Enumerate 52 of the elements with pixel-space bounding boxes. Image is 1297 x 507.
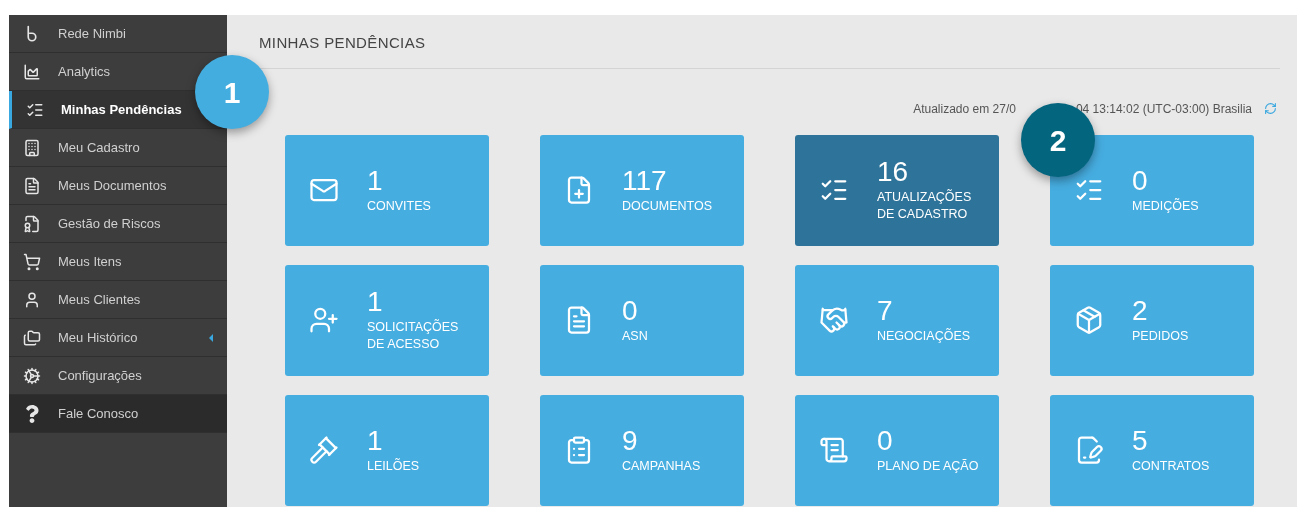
- user-icon: [23, 290, 41, 309]
- sidebar-label: Meus Itens: [58, 252, 122, 271]
- report-icon: [819, 435, 849, 465]
- page-title: MINHAS PENDÊNCIAS: [259, 33, 427, 53]
- cart-icon: [23, 252, 41, 271]
- tile-label: SOLICITAÇÕES DE ACESSO: [367, 319, 460, 353]
- tile-count: 117: [622, 165, 668, 196]
- tile-label: CAMPANHAS: [622, 457, 702, 475]
- tile-count: 5: [1132, 425, 1149, 456]
- tile-count: 1: [367, 287, 384, 317]
- tile-count: 1: [367, 165, 384, 196]
- area-chart-icon: [23, 62, 41, 81]
- tile-label: DOCUMENTOS: [622, 197, 714, 215]
- box-icon: [1074, 305, 1104, 335]
- refresh-icon[interactable]: [1264, 102, 1277, 115]
- tile-label: CONVITES: [367, 197, 432, 215]
- sidebar-label: Minhas Pendências: [61, 100, 182, 119]
- tile-label: MEDIÇÕES: [1132, 197, 1200, 215]
- tile-label: LEILÕES: [367, 457, 421, 475]
- sidebar-label: Meu Histórico: [58, 328, 138, 347]
- tile-count: 7: [877, 295, 894, 326]
- tile-count: 1: [367, 425, 384, 456]
- gavel-icon: [309, 435, 339, 465]
- sidebar-label: Meus Documentos: [58, 176, 167, 195]
- help-icon: [23, 404, 41, 423]
- user-plus-icon: [309, 305, 339, 335]
- building-icon: [23, 138, 41, 157]
- tile-label: PLANO DE AÇÃO: [877, 457, 980, 475]
- tile-count: 2: [1132, 295, 1149, 326]
- tile-label: ASN: [622, 327, 649, 345]
- tile-label: CONTRATOS: [1132, 457, 1211, 475]
- tile-count: 0: [877, 425, 894, 456]
- handshake-icon: [819, 305, 849, 335]
- sidebar-label: Gestão de Riscos: [58, 214, 161, 233]
- document-badge-icon: [23, 214, 41, 233]
- sidebar-label: Fale Conosco: [58, 404, 139, 423]
- sidebar-label: Analytics: [58, 62, 111, 81]
- document-icon: [23, 176, 41, 195]
- sidebar-item[interactable]: Fale Conosco: [9, 395, 227, 433]
- tile-label: PEDIDOS: [1132, 327, 1190, 345]
- tile-count: 0: [1132, 165, 1149, 196]
- tile-label: NEGOCIAÇÕES: [877, 327, 972, 345]
- tile-label: ATUALIZAÇÕES DE CADASTRO: [877, 189, 973, 223]
- sidebar-label: Rede Nimbi: [58, 24, 126, 43]
- sidebar-label: Configurações: [58, 366, 142, 385]
- tile-count: 9: [622, 425, 639, 456]
- tile-count: 0: [622, 295, 639, 326]
- sidebar-label: Meus Clientes: [58, 290, 141, 309]
- folders-icon: [23, 328, 41, 347]
- sidebar-label: Meu Cadastro: [58, 138, 140, 157]
- tile-count: 16: [877, 157, 910, 187]
- pending-tile[interactable]: 16 ATUALIZAÇÕES DE CADASTRO: [795, 134, 999, 246]
